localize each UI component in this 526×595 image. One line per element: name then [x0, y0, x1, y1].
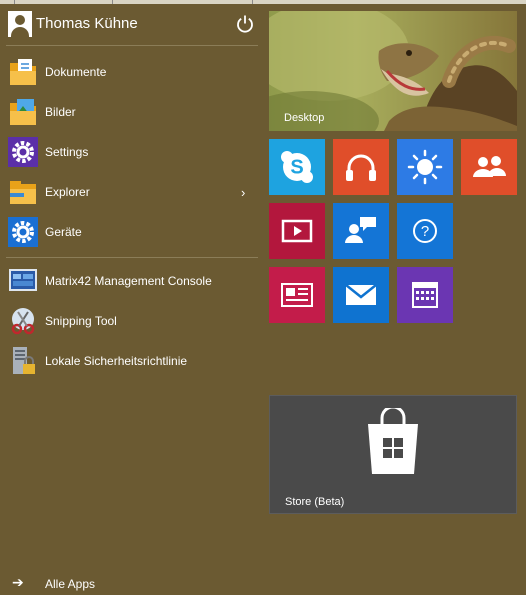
tile-music[interactable] [333, 139, 389, 195]
window-top-strip [0, 0, 526, 4]
documents-folder-icon [10, 59, 36, 85]
start-item-label: Lokale Sicherheitsrichtlinie [45, 354, 188, 368]
tile-help[interactable]: ? [397, 203, 453, 259]
user-account[interactable]: Thomas Kühne [6, 10, 260, 38]
svg-text:?: ? [421, 223, 429, 240]
headphones-icon [333, 139, 389, 195]
store-bag-icon [368, 408, 418, 474]
start-item-documents[interactable]: Dokumente [6, 55, 258, 91]
tile-calendar[interactable] [397, 267, 453, 323]
tile-feedback[interactable] [333, 203, 389, 259]
devices-gear-icon [8, 217, 38, 247]
weather-sun-icon [397, 139, 453, 195]
power-icon[interactable] [235, 14, 255, 34]
tile-mail[interactable] [333, 267, 389, 323]
start-item-settings[interactable]: Settings [6, 135, 258, 171]
tile-news[interactable] [269, 267, 325, 323]
all-apps-button[interactable]: ➔ Alle Apps [6, 572, 206, 594]
tile-video[interactable] [269, 203, 325, 259]
tile-store[interactable]: Store (Beta) [269, 395, 517, 514]
start-item-label: Snipping Tool [45, 314, 117, 328]
start-item-snipping-tool[interactable]: Snipping Tool [6, 304, 258, 340]
strip-divider [14, 0, 15, 4]
settings-gear-icon [8, 137, 38, 167]
start-item-local-security-policy[interactable]: Lokale Sicherheitsrichtlinie [6, 344, 258, 380]
calendar-icon [397, 267, 453, 323]
news-icon [269, 267, 325, 323]
strip-divider [112, 0, 113, 4]
start-item-label: Explorer [45, 185, 90, 199]
tile-label: Desktop [284, 112, 325, 124]
matrix42-icon [9, 269, 37, 291]
all-apps-label: Alle Apps [45, 577, 96, 591]
strip-divider [252, 0, 253, 4]
skype-icon: S [269, 139, 325, 195]
pictures-folder-icon [10, 99, 36, 125]
video-icon [269, 203, 325, 259]
svg-text:S: S [290, 157, 303, 179]
start-item-label: Bilder [45, 105, 76, 119]
start-item-pictures[interactable]: Bilder [6, 95, 258, 131]
mail-icon [333, 267, 389, 323]
user-name: Thomas Kühne [36, 15, 138, 32]
separator [6, 45, 258, 46]
tile-skype[interactable]: S [269, 139, 325, 195]
start-item-label: Settings [45, 145, 89, 159]
tile-desktop[interactable]: Desktop [269, 11, 517, 131]
snipping-tool-icon [11, 308, 35, 335]
help-icon: ? [397, 203, 453, 259]
separator [6, 257, 258, 258]
start-item-matrix42[interactable]: Matrix42 Management Console [6, 264, 258, 300]
people-icon [461, 139, 517, 195]
tile-label: Store (Beta) [285, 496, 345, 508]
start-item-label: Matrix42 Management Console [45, 274, 212, 288]
start-item-label: Geräte [45, 225, 82, 239]
chevron-right-icon[interactable]: › [241, 185, 245, 200]
feedback-chat-icon [333, 203, 389, 259]
tile-weather[interactable] [397, 139, 453, 195]
start-item-devices[interactable]: Geräte [6, 215, 258, 251]
arrow-right-icon: ➔ [12, 574, 24, 590]
start-item-label: Dokumente [45, 65, 107, 79]
tile-people[interactable] [461, 139, 517, 195]
security-policy-icon [13, 347, 35, 374]
avatar [8, 11, 32, 37]
start-item-explorer[interactable]: Explorer › [6, 175, 258, 211]
file-explorer-icon [10, 181, 36, 204]
